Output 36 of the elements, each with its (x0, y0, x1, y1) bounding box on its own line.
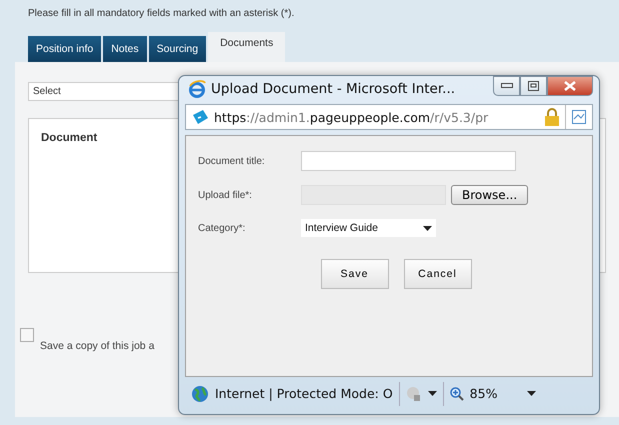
dropdown-arrow-icon (423, 226, 432, 230)
dialog-button[interactable]: Cancel (404, 259, 472, 289)
address-bar[interactable]: https://admin1.pageuppeople.com/r/v5.3/pr (185, 104, 593, 130)
globe-icon (191, 384, 209, 402)
compatibility-view-icon[interactable] (571, 109, 587, 125)
site-icon (191, 109, 209, 125)
tab[interactable]: Sourcing (148, 36, 206, 62)
checkbox[interactable] (20, 328, 34, 342)
checkbox-label: Save a copy of this job a (40, 340, 154, 352)
close-icon (564, 81, 576, 91)
minimize-button[interactable] (493, 76, 520, 96)
category-dropdown[interactable]: Interview Guide (301, 219, 436, 237)
restore-icon (528, 81, 539, 91)
browser-logo-icon (188, 80, 206, 98)
browse-button[interactable]: Browse... (451, 185, 528, 205)
window-title: Upload Document - Microsoft Inter... (211, 81, 456, 97)
minimize-icon (500, 83, 512, 89)
caret-icon[interactable] (428, 391, 437, 396)
zoom-level[interactable]: 85% (470, 386, 498, 401)
document-heading: Document (41, 132, 98, 144)
security-zone-text: Internet | Protected Mode: O (215, 386, 393, 401)
url-text: https://admin1.pageuppeople.com/r/v5.3/pr (214, 110, 490, 124)
input-field[interactable] (301, 151, 516, 171)
field-label: Document title: (198, 156, 266, 166)
close-button[interactable] (547, 76, 593, 96)
tab[interactable]: Position info (28, 36, 102, 62)
instruction-text: Please fill in all mandatory fields marked with an asterisk (*). (27, 7, 296, 21)
field-label: Upload file*: (198, 190, 253, 200)
lock-icon (544, 108, 560, 126)
field-label: Category*: (198, 222, 246, 234)
caret-icon[interactable] (527, 391, 536, 396)
tab[interactable]: Notes (103, 36, 147, 62)
dialog-button[interactable]: Save (320, 259, 388, 289)
zoom-icon (450, 386, 464, 400)
tab[interactable]: Documents (208, 32, 286, 62)
maximize-button[interactable] (520, 76, 547, 96)
